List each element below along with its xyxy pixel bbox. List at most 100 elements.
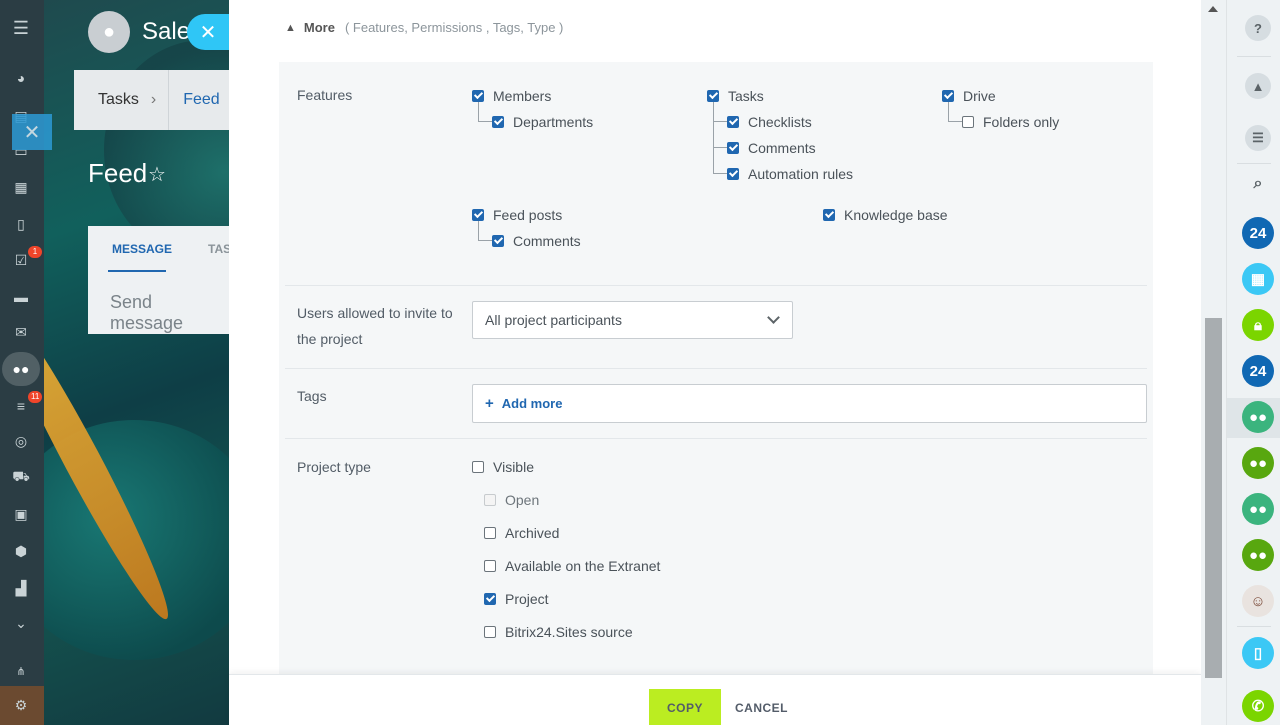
sitemap-icon[interactable]: ⋔ [10,660,32,682]
checkbox-open[interactable]: Open [484,492,539,508]
checkbox-automation-rules[interactable]: Automation rules [727,166,853,182]
close-slider-button[interactable]: ✕ [187,14,229,50]
checkbox-label: Feed posts [493,207,563,223]
menu-icon[interactable]: ☰ [10,17,32,39]
checkbox-unchecked[interactable] [484,626,496,638]
star-icon[interactable]: ☆ [148,162,166,187]
lock-chat-icon[interactable]: 🔒︎ [1242,309,1274,341]
checkbox-checked[interactable] [492,235,504,247]
close-slider-button-secondary[interactable]: ✕ [12,114,52,150]
chart-icon[interactable]: ◕ [10,67,32,89]
checkbox-sites-source[interactable]: Bitrix24.Sites source [484,624,633,640]
divider [1237,163,1271,164]
bell-icon[interactable]: ▲ [1245,73,1271,99]
nav-tab-feed[interactable]: Feed [168,70,220,130]
checkbox-label: Folders only [983,114,1060,130]
phone-icon[interactable]: ✆ [1242,690,1274,722]
right-sidebar: ? ▲ ☰ ⌕ 24 ▦ 🔒︎ 24 ●● ●● ●● ●● ☺ ▯ ✆ [1226,0,1280,725]
checkbox-feed-comments[interactable]: Comments [492,233,581,249]
checkbox-unchecked[interactable] [472,461,484,473]
checkbox-checked[interactable] [707,90,719,102]
checkbox-checked[interactable] [472,209,484,221]
checkbox-archived[interactable]: Archived [484,525,559,541]
scroll-up-icon[interactable] [1208,6,1218,12]
contact-icon[interactable]: ▣ [10,503,32,525]
invite-select-value: All project participants [485,312,622,328]
checkbox-extranet[interactable]: Available on the Extranet [484,558,660,574]
more-label[interactable]: More [304,20,335,35]
checkbox-disabled[interactable] [484,494,496,506]
checkbox-label: Knowledge base [844,207,948,223]
checkbox-knowledge-base[interactable]: Knowledge base [823,207,948,223]
tab-message[interactable]: MESSAGE [112,242,172,256]
checkbox-checked[interactable] [727,142,739,154]
robot-icon[interactable]: ▟ [10,577,32,599]
settings-form: Features Members Departments Tasks Check… [279,62,1153,680]
copy-button[interactable]: COPY [649,689,721,725]
group-chat-icon[interactable]: ●● [1242,493,1274,525]
target-icon[interactable]: ◎ [10,430,32,452]
bitrix24-chat-icon[interactable]: 24 [1242,217,1274,249]
tab-underline [108,270,166,272]
checkbox-folders-only[interactable]: Folders only [962,114,1059,130]
composer-card: MESSAGE TAS Send message [88,226,231,334]
cart-icon[interactable]: ⛟ [10,466,32,488]
group-avatar-icon[interactable]: ● [88,11,130,53]
divider [1237,626,1271,627]
mail-icon[interactable]: ✉ [10,321,32,343]
message-placeholder[interactable]: Send message [110,292,229,334]
checkbox-departments[interactable]: Departments [492,114,593,130]
group-chat-icon[interactable]: ●● [1242,539,1274,571]
group-chat-icon[interactable]: ●● [1242,447,1274,479]
scrollbar-thumb[interactable] [1205,318,1222,678]
chat-bubble-icon[interactable]: ☰ [1245,125,1271,151]
form-footer: COPY CANCEL [229,674,1201,725]
checkbox-checked[interactable] [823,209,835,221]
checkbox-checked[interactable] [727,116,739,128]
features-label: Features [297,87,353,103]
groups-icon[interactable]: ●● [10,358,32,380]
plus-icon: + [485,395,494,412]
calendar-chat-icon[interactable]: ▦ [1242,263,1274,295]
checkbox-checklists[interactable]: Checklists [727,114,812,130]
add-more-tags-link[interactable]: Add more [502,396,563,411]
panel-scrollbar[interactable] [1201,0,1226,725]
checkbox-label: Available on the Extranet [505,558,661,574]
group-chat-icon[interactable]: ●● [1242,401,1274,433]
checkbox-checked[interactable] [727,168,739,180]
cancel-button[interactable]: CANCEL [735,701,788,715]
checkbox-unchecked[interactable] [962,116,974,128]
more-icon[interactable]: ⌄ [10,612,32,634]
file-icon[interactable]: ▯ [10,213,32,235]
search-icon[interactable]: ⌕ [1245,171,1271,197]
checkbox-checked[interactable] [942,90,954,102]
settings-icon[interactable]: ⚙ [10,694,32,716]
checkbox-project[interactable]: Project [484,591,549,607]
bitrix24-chat-icon-2[interactable]: 24 [1242,355,1274,387]
checkbox-visible[interactable]: Visible [472,459,534,475]
more-toggle[interactable]: ▲ More ( Features, Permissions , Tags, T… [285,20,563,35]
tags-field[interactable]: + Add more [472,384,1147,423]
box-icon[interactable]: ⬢ [10,540,32,562]
feed-title: Feed [88,158,148,188]
tab-tasks[interactable]: TAS [208,242,231,256]
checkbox-label: Automation rules [748,166,854,182]
user-avatar-icon[interactable]: ☺ [1242,585,1274,617]
checkbox-unchecked[interactable] [484,560,496,572]
checkbox-checked[interactable] [484,593,496,605]
checkbox-unchecked[interactable] [484,527,496,539]
checkbox-checked[interactable] [492,116,504,128]
checkbox-label: Open [505,492,540,508]
invite-select[interactable]: All project participants [472,301,793,339]
phone-transfer-icon[interactable]: ▯ [1242,637,1274,669]
checkbox-checked[interactable] [472,90,484,102]
checkbox-label: Visible [493,459,534,475]
group-title[interactable]: Sale [142,18,190,46]
calendar-icon[interactable]: ▦ [10,176,32,198]
section-divider [285,368,1147,369]
invite-label: Users allowed to invite to the project [297,300,453,352]
drive-icon[interactable]: ▬ [10,286,32,308]
checkbox-task-comments[interactable]: Comments [727,140,816,156]
nav-tab-tasks[interactable]: Tasks [74,91,151,109]
help-icon[interactable]: ? [1245,15,1271,41]
